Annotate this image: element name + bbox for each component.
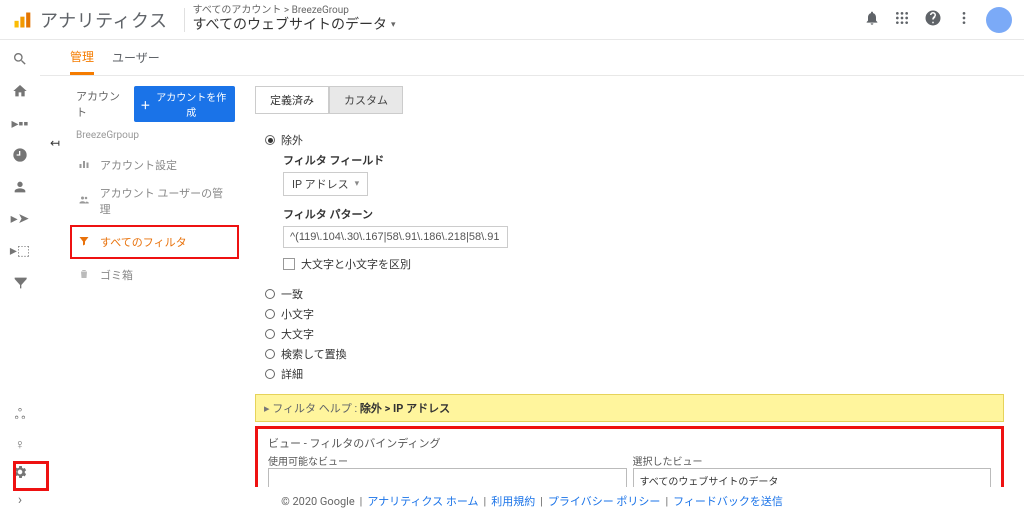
filter-pattern-input[interactable] bbox=[283, 226, 508, 248]
nav-all-filters[interactable]: すべてのフィルタ bbox=[70, 225, 239, 259]
help-icon[interactable] bbox=[924, 9, 942, 31]
available-views-list[interactable] bbox=[268, 468, 627, 487]
view-filter-binding: ビュー - フィルタのバインディング 使用可能なビュー 選択したビュー すべての… bbox=[255, 426, 1004, 487]
bell-icon[interactable] bbox=[864, 10, 880, 30]
bar-chart-icon bbox=[78, 158, 92, 173]
footer-feedback-link[interactable]: フィードバックを送信 bbox=[673, 493, 783, 509]
nav-trash[interactable]: ゴミ箱 bbox=[74, 261, 235, 289]
funnel-icon bbox=[78, 235, 92, 250]
breadcrumb[interactable]: すべてのアカウント > BreezeGroup すべてのウェブサイトのデータ ▾ bbox=[193, 5, 396, 34]
radio-detail[interactable]: 詳細 bbox=[265, 366, 1004, 382]
gear-icon[interactable] bbox=[11, 463, 29, 481]
acquisition-icon[interactable]: ▸➤ bbox=[11, 210, 29, 228]
users-icon bbox=[78, 194, 92, 209]
back-arrow-icon[interactable]: ↤ bbox=[50, 136, 60, 150]
home-icon[interactable] bbox=[11, 82, 29, 100]
tab-preset-button[interactable]: 定義済み bbox=[255, 86, 329, 114]
analytics-logo-icon bbox=[12, 10, 32, 30]
chevron-down-icon: ▾ bbox=[391, 20, 396, 31]
radio-search-replace[interactable]: 検索して置換 bbox=[265, 346, 1004, 362]
footer-home-link[interactable]: アナリティクス ホーム bbox=[367, 493, 478, 509]
conversions-icon[interactable] bbox=[11, 274, 29, 292]
tab-admin[interactable]: 管理 bbox=[70, 40, 94, 75]
tab-user[interactable]: ユーザー bbox=[112, 40, 160, 75]
audience-icon[interactable] bbox=[11, 178, 29, 196]
selected-views-label: 選択したビュー bbox=[633, 453, 992, 468]
nav-account-settings[interactable]: アカウント設定 bbox=[74, 151, 235, 179]
dashboard-icon[interactable]: ▸▪▪ bbox=[11, 114, 29, 132]
checkbox-icon bbox=[283, 258, 295, 270]
case-sensitive-checkbox[interactable]: 大文字と小文字を区別 bbox=[283, 256, 1004, 272]
account-label: アカウント bbox=[76, 88, 128, 120]
divider bbox=[184, 8, 185, 32]
more-icon[interactable] bbox=[956, 10, 972, 30]
radio-upper[interactable]: 大文字 bbox=[265, 326, 1004, 342]
subnav-tabs: 管理 ユーザー bbox=[40, 40, 1024, 76]
trash-icon bbox=[78, 268, 92, 283]
brand-name: アナリティクス bbox=[40, 7, 168, 33]
filter-field-select[interactable]: IP アドレス ▾ bbox=[283, 172, 368, 196]
filter-pattern-label: フィルタ パターン bbox=[283, 206, 1004, 222]
available-views-label: 使用可能なビュー bbox=[268, 453, 627, 468]
realtime-icon[interactable] bbox=[11, 146, 29, 164]
filter-form: 定義済み カスタム 除外 フィルタ フィールド IP アドレス ▾ bbox=[235, 76, 1024, 487]
filter-help-box: ▸ フィルタ ヘルプ : 除外 > IP アドレス bbox=[255, 394, 1004, 422]
apps-icon[interactable] bbox=[894, 10, 910, 30]
chevron-right-icon: ▸ bbox=[264, 402, 272, 415]
binding-title: ビュー - フィルタのバインディング bbox=[268, 435, 991, 451]
tab-custom-button[interactable]: カスタム bbox=[329, 86, 403, 114]
left-rail: ▸▪▪ ▸➤ ▸⬚ ஃ ♀ › bbox=[0, 40, 40, 515]
attribution-icon[interactable]: ஃ bbox=[11, 407, 29, 425]
behavior-icon[interactable]: ▸⬚ bbox=[11, 242, 29, 260]
radio-exclude[interactable]: 除外 bbox=[265, 132, 1004, 148]
footer-copyright: © 2020 Google bbox=[281, 495, 355, 508]
avatar[interactable] bbox=[986, 7, 1012, 33]
account-name: BreezeGrpoup bbox=[74, 130, 235, 141]
filter-type-tabs: 定義済み カスタム bbox=[255, 86, 1004, 114]
admin-account-column: アカウント ＋ アカウントを作成 BreezeGrpoup ↤ bbox=[40, 76, 235, 487]
breadcrumb-view-name: すべてのウェブサイトのデータ bbox=[193, 17, 387, 34]
search-icon[interactable] bbox=[11, 50, 29, 68]
nav-account-users[interactable]: アカウント ユーザーの管理 bbox=[74, 179, 235, 223]
footer: © 2020 Google | アナリティクス ホーム | 利用規約 | プライ… bbox=[40, 487, 1024, 515]
radio-lower[interactable]: 小文字 bbox=[265, 306, 1004, 322]
footer-privacy-link[interactable]: プライバシー ポリシー bbox=[548, 493, 661, 509]
filter-field-label: フィルタ フィールド bbox=[283, 152, 1004, 168]
chevron-down-icon: ▾ bbox=[355, 179, 360, 189]
chevron-right-icon[interactable]: › bbox=[11, 491, 29, 509]
selected-views-list[interactable]: すべてのウェブサイトのデータ bbox=[633, 468, 992, 487]
footer-terms-link[interactable]: 利用規約 bbox=[491, 493, 535, 509]
create-account-button[interactable]: ＋ アカウントを作成 bbox=[134, 86, 235, 122]
radio-match[interactable]: 一致 bbox=[265, 286, 1004, 302]
discover-icon[interactable]: ♀ bbox=[11, 435, 29, 453]
breadcrumb-path: すべてのアカウント > BreezeGroup bbox=[193, 5, 396, 17]
selected-view-item[interactable]: すべてのウェブサイトのデータ bbox=[640, 473, 985, 487]
app-header: アナリティクス すべてのアカウント > BreezeGroup すべてのウェブサ… bbox=[0, 0, 1024, 40]
radio-icon bbox=[265, 135, 275, 145]
